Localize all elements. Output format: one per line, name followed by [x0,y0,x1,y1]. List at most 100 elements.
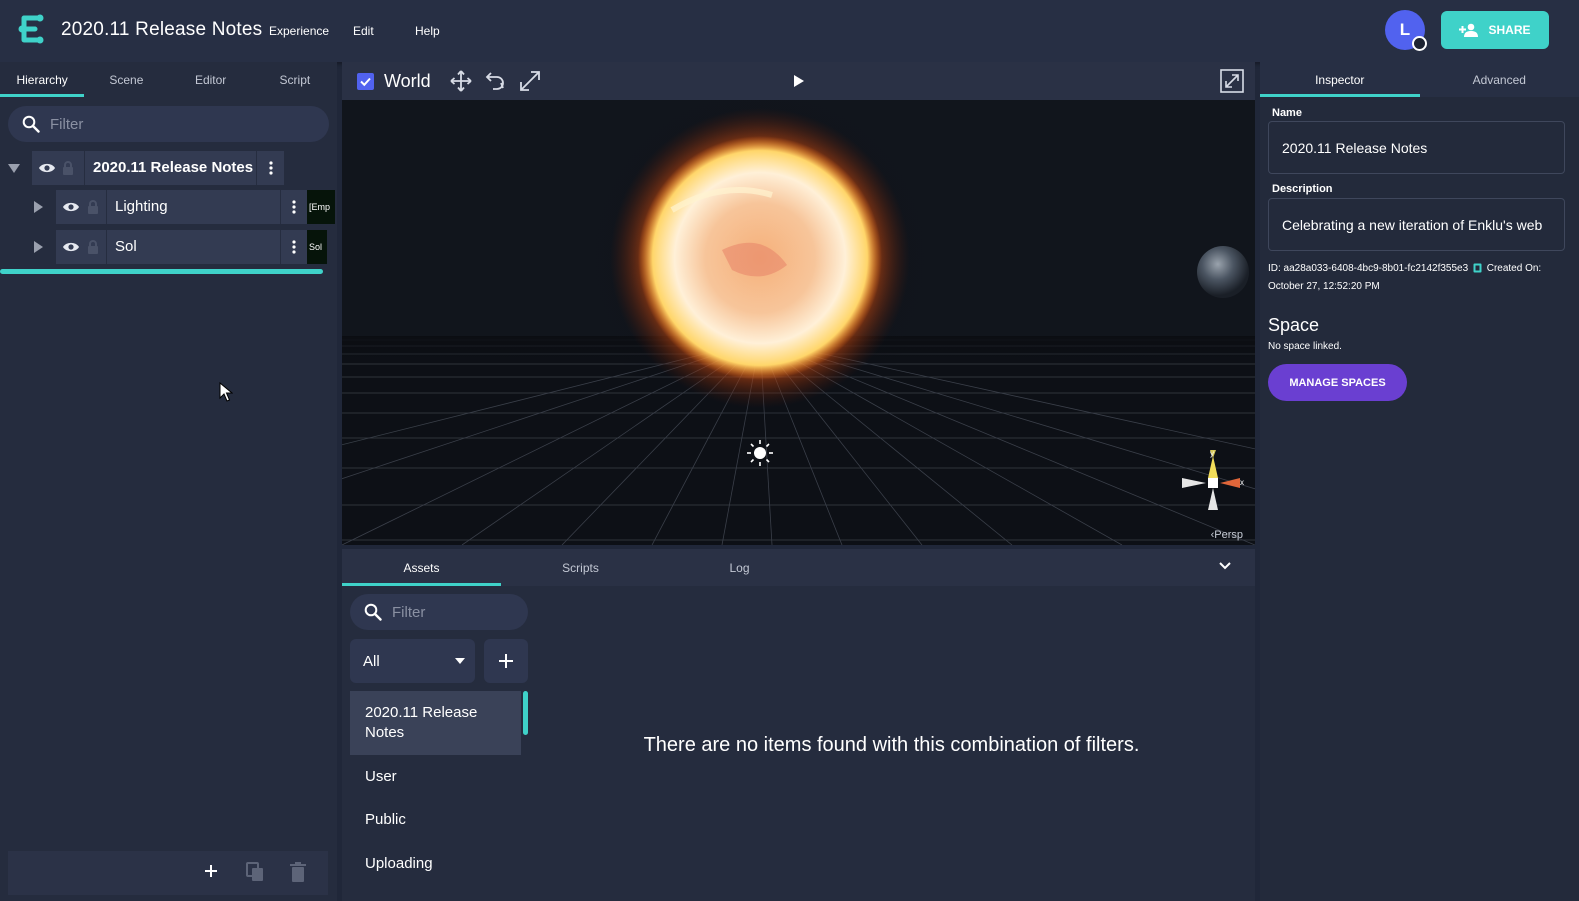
delete-trash-icon[interactable] [290,862,306,882]
tab-assets[interactable]: Assets [342,549,501,586]
tab-hierarchy[interactable]: Hierarchy [0,62,85,97]
duplicate-icon[interactable] [246,862,264,882]
node-options-button[interactable] [280,190,307,224]
category-user[interactable]: User [350,761,521,791]
top-bar: 2020.11 Release Notes Experience Edit He… [0,0,1579,62]
fullscreen-icon[interactable] [1220,69,1244,93]
collapse-panel-button[interactable] [1219,562,1231,570]
tab-editor[interactable]: Editor [169,62,253,97]
hierarchy-scroll-indicator [0,269,323,274]
menu-experience[interactable]: Experience [269,24,329,38]
lock-icon[interactable] [62,161,74,175]
manage-spaces-button[interactable]: MANAGE SPACES [1268,364,1407,401]
add-user-icon [1459,23,1481,37]
expand-triangle-icon[interactable] [32,200,56,214]
visibility-eye-icon[interactable] [62,241,80,253]
gizmo-axis-x: x [1240,478,1244,487]
hierarchy-filter-input[interactable]: Filter [8,106,329,142]
tree-root-row[interactable]: 2020.11 Release Notes [6,151,284,185]
tab-script[interactable]: Script [253,62,337,97]
tree-node-label: Sol [106,230,280,264]
tab-log[interactable]: Log [660,549,819,586]
search-icon [22,115,40,133]
bottom-tabbar: Assets Scripts Log [342,549,1255,586]
empty-state-message: There are no items found with this combi… [643,734,1140,756]
add-asset-button[interactable] [484,639,528,683]
visibility-eye-icon[interactable] [38,162,56,174]
expand-triangle-icon[interactable] [32,240,56,254]
share-label: SHARE [1488,23,1531,37]
search-icon [364,603,382,621]
filter-placeholder: Filter [50,115,84,133]
experience-title: 2020.11 Release Notes [61,19,263,40]
category-scrollbar[interactable] [523,691,528,735]
node-preview-thumbnail: [Emp [307,190,335,224]
more-vertical-icon [292,240,296,254]
assets-sidebar: Filter All 2020.11 Release Notes User Pu… [342,586,528,901]
experience-metadata: ID: aa28a033-6408-4bc9-8b01-fc2142f355e3… [1268,260,1574,296]
mouse-cursor-icon [219,382,233,402]
world-label: World [384,71,431,91]
collapse-triangle-icon[interactable] [6,162,26,174]
enklu-logo-icon[interactable] [18,14,46,44]
share-button[interactable]: SHARE [1441,11,1549,49]
filter-placeholder: Filter [392,603,426,621]
inspector-panel: Inspector Advanced Name 2020.11 Release … [1260,62,1579,901]
node-options-button[interactable] [280,230,307,264]
assets-panel: Assets Scripts Log Filter All 2020.11 Re… [342,549,1255,901]
created-label: Created On: [1486,263,1542,274]
tab-scene[interactable]: Scene [84,62,168,97]
name-field[interactable]: 2020.11 Release Notes [1268,121,1565,174]
world-checkbox[interactable] [357,73,374,90]
scene-render [342,100,1255,545]
tab-inspector[interactable]: Inspector [1260,62,1420,97]
more-vertical-icon [268,161,273,175]
tab-scripts[interactable]: Scripts [501,549,660,586]
avatar-device-badge-icon [1412,36,1427,51]
plus-icon [499,654,513,668]
description-field[interactable]: Celebrating a new iteration of Enklu's w… [1268,198,1565,251]
hierarchy-panel: Hierarchy Scene Editor Script Filter 202… [0,62,337,901]
tree-row[interactable]: Sol Sol [32,230,327,264]
tree-root-node[interactable]: 2020.11 Release Notes [32,151,256,185]
rotate-tool-icon[interactable] [484,70,506,92]
tab-advanced[interactable]: Advanced [1420,62,1579,97]
asset-filter-input[interactable]: Filter [350,594,528,630]
select-value: All [363,652,380,670]
more-vertical-icon [292,200,296,214]
lock-icon[interactable] [87,240,99,254]
copy-id-icon[interactable] [1473,263,1482,273]
move-tool-icon[interactable] [450,70,472,92]
scale-tool-icon[interactable] [519,70,541,92]
play-button[interactable] [793,74,805,88]
tree-node-sol[interactable]: Sol [56,230,280,264]
experience-id: ID: aa28a033-6408-4bc9-8b01-fc2142f355e3 [1268,263,1469,274]
created-date: October 27, 12:52:20 PM [1268,281,1380,292]
category-experience[interactable]: 2020.11 Release Notes [350,691,521,755]
orientation-gizmo[interactable] [1178,448,1248,518]
space-status: No space linked. [1268,341,1342,352]
category-uploading[interactable]: Uploading [350,848,521,878]
add-element-button[interactable] [203,863,219,879]
caret-down-icon [455,658,465,664]
tree-row[interactable]: Lighting [Emp [32,190,335,224]
lock-icon[interactable] [87,200,99,214]
name-label: Name [1272,107,1302,119]
scene-viewport[interactable]: y x ‹Persp [342,100,1255,545]
node-options-button[interactable] [256,151,284,185]
tree-node-lighting[interactable]: Lighting [56,190,280,224]
hierarchy-footer-toolbar [8,851,328,895]
gizmo-axis-y: y [1210,449,1214,458]
menu-help[interactable]: Help [415,24,440,38]
tree-root-label: 2020.11 Release Notes [84,151,253,185]
tree-node-label: Lighting [106,190,280,224]
camera-mode-label[interactable]: ‹Persp [1211,529,1243,541]
node-preview-thumbnail: Sol [307,230,327,264]
menu-edit[interactable]: Edit [353,24,374,38]
category-public[interactable]: Public [350,804,521,834]
visibility-eye-icon[interactable] [62,201,80,213]
left-tabbar: Hierarchy Scene Editor Script [0,62,337,97]
inspector-tabbar: Inspector Advanced [1260,62,1579,97]
asset-type-select[interactable]: All [350,639,475,683]
viewport-toolbar: World [342,62,1255,100]
